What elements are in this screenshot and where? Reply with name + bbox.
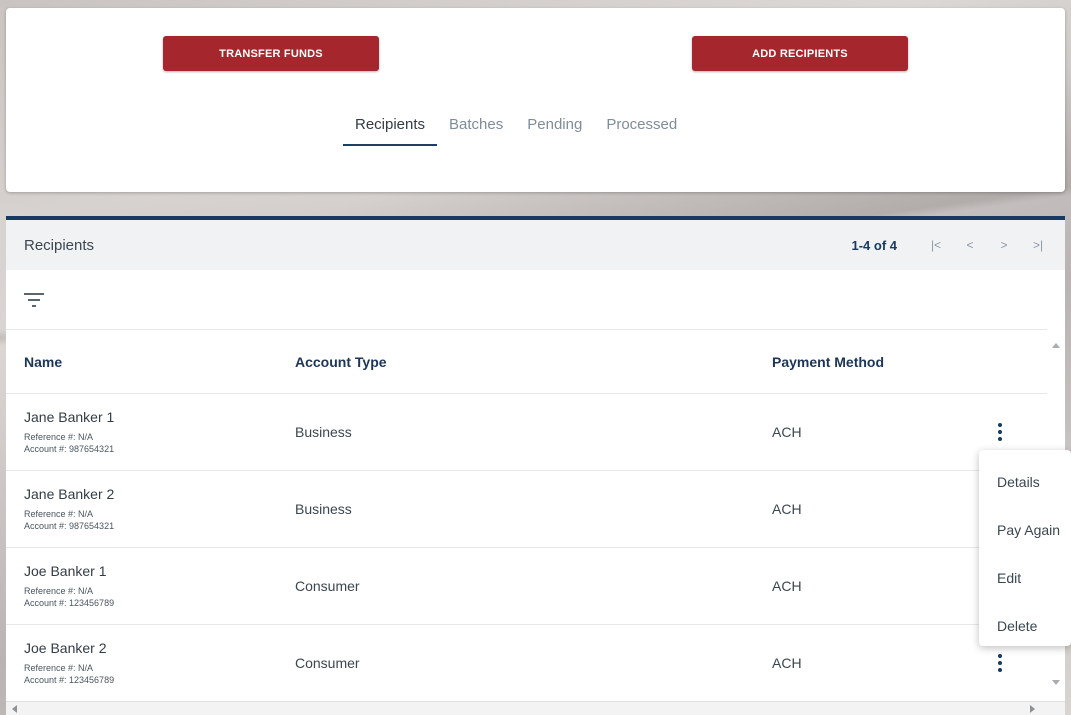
tab-recipients[interactable]: Recipients [343, 114, 438, 146]
account-type-cell: Consumer [295, 655, 360, 671]
reference-number: Reference #: N/A [24, 432, 94, 442]
payment-method-cell: ACH [772, 655, 802, 671]
name-cell: Jane Banker 1 Reference #: N/A Account #… [6, 409, 295, 455]
tab-processed[interactable]: Processed [594, 114, 689, 143]
menu-item-delete[interactable]: Delete [979, 602, 1071, 650]
scroll-up-icon[interactable] [1052, 343, 1060, 348]
scroll-right-icon[interactable] [1030, 705, 1035, 713]
panel-header: Recipients 1-4 of 4 |< < > >| [6, 220, 1065, 270]
account-type-cell: Consumer [295, 578, 360, 594]
row-actions-cell [952, 652, 1047, 674]
account-number: Account #: 123456789 [24, 598, 115, 608]
menu-item-details[interactable]: Details [979, 458, 1071, 506]
table-row: Jane Banker 2 Reference #: N/A Account #… [6, 471, 1047, 548]
recipients-panel: Recipients 1-4 of 4 |< < > >| Name Accou… [6, 216, 1065, 715]
row-actions-cell [952, 421, 1047, 443]
menu-item-edit[interactable]: Edit [979, 554, 1071, 602]
tab-bar: Recipients Batches Pending Processed [343, 114, 689, 146]
name-cell: Joe Banker 2 Reference #: N/A Account #:… [6, 640, 295, 686]
panel-title: Recipients [24, 236, 95, 254]
horizontal-scrollbar[interactable] [6, 701, 1065, 715]
pagination: 1-4 of 4 |< < > >| [851, 220, 1055, 270]
payment-method-cell: ACH [772, 578, 802, 594]
reference-number: Reference #: N/A [24, 509, 94, 519]
row-context-menu: Details Pay Again Edit Delete [979, 450, 1071, 646]
actions-card: TRANSFER FUNDS ADD RECIPIENTS Recipients… [6, 8, 1065, 192]
recipient-name[interactable]: Jane Banker 1 [24, 409, 295, 425]
account-type-cell: Business [295, 501, 352, 517]
add-recipients-button[interactable]: ADD RECIPIENTS [692, 36, 908, 71]
prev-page-icon[interactable]: < [953, 238, 987, 252]
name-cell: Joe Banker 1 Reference #: N/A Account #:… [6, 563, 295, 609]
table-row: Joe Banker 2 Reference #: N/A Account #:… [6, 625, 1047, 702]
tab-pending[interactable]: Pending [515, 114, 594, 143]
reference-number: Reference #: N/A [24, 586, 94, 596]
reference-number: Reference #: N/A [24, 663, 94, 673]
account-type-cell: Business [295, 424, 352, 440]
table-row: Joe Banker 1 Reference #: N/A Account #:… [6, 548, 1047, 625]
more-options-icon[interactable] [990, 652, 1010, 674]
table-header: Name Account Type Payment Method [6, 330, 1047, 394]
transfer-funds-button[interactable]: TRANSFER FUNDS [163, 36, 379, 71]
payment-method-cell: ACH [772, 501, 802, 517]
pagination-count: 1-4 of 4 [851, 237, 897, 253]
payment-method-cell: ACH [772, 424, 802, 440]
table-row: Jane Banker 1 Reference #: N/A Account #… [6, 394, 1047, 471]
filter-icon[interactable] [24, 291, 46, 309]
recipient-name[interactable]: Joe Banker 1 [24, 563, 295, 579]
recipient-name[interactable]: Joe Banker 2 [24, 640, 295, 656]
account-number: Account #: 123456789 [24, 675, 115, 685]
menu-item-pay-again[interactable]: Pay Again [979, 506, 1071, 554]
next-page-icon[interactable]: > [987, 238, 1021, 252]
recipient-name[interactable]: Jane Banker 2 [24, 486, 295, 502]
scroll-down-icon[interactable] [1052, 680, 1060, 685]
account-number: Account #: 987654321 [24, 521, 115, 531]
name-cell: Jane Banker 2 Reference #: N/A Account #… [6, 486, 295, 532]
payment-method-column-header[interactable]: Payment Method [772, 354, 952, 370]
filter-row [6, 270, 1047, 330]
recipients-table: Name Account Type Payment Method Jane Ba… [6, 330, 1047, 702]
tab-batches[interactable]: Batches [437, 114, 515, 143]
account-number: Account #: 987654321 [24, 444, 115, 454]
more-options-icon[interactable] [990, 421, 1010, 443]
scroll-left-icon[interactable] [12, 705, 17, 713]
first-page-icon[interactable]: |< [919, 238, 953, 252]
last-page-icon[interactable]: >| [1021, 238, 1055, 252]
account-type-column-header[interactable]: Account Type [295, 354, 772, 370]
name-column-header[interactable]: Name [6, 354, 295, 370]
